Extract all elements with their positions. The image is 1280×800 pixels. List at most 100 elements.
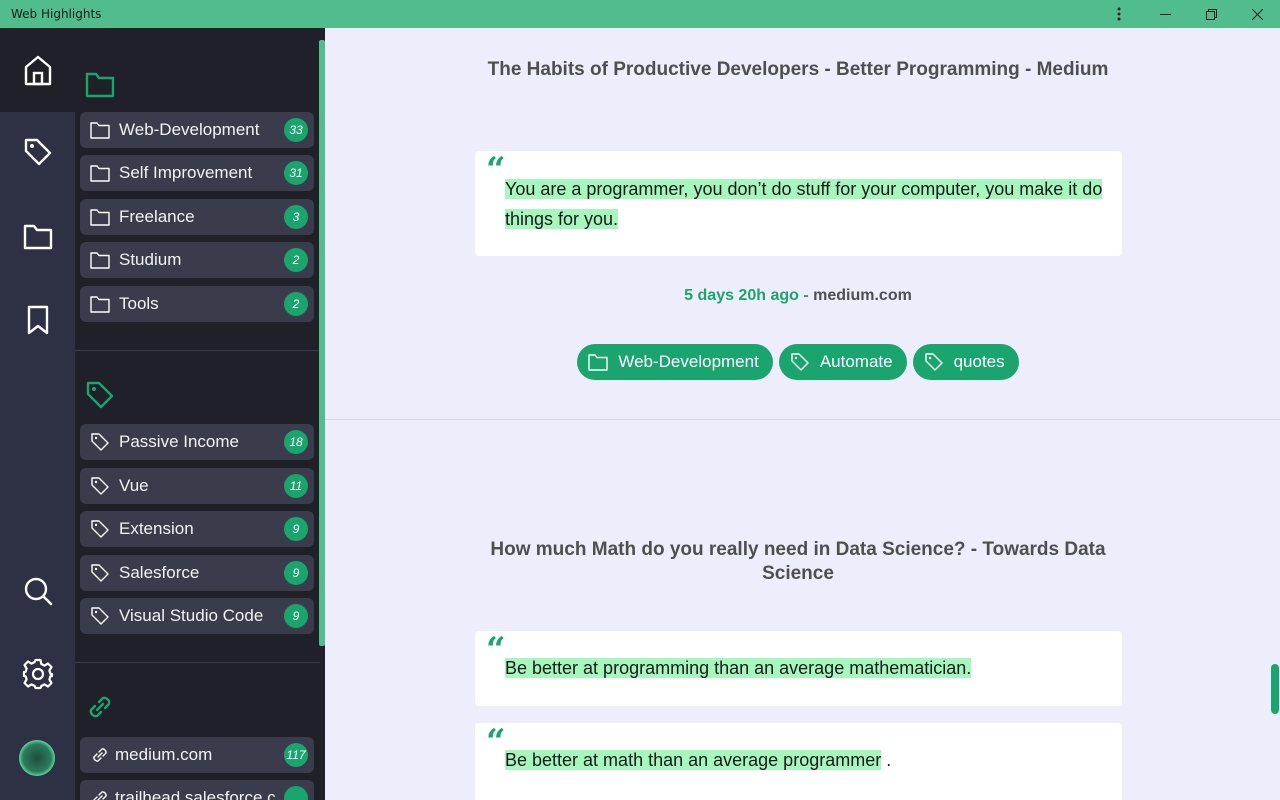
nav-tags-button[interactable] <box>22 136 54 168</box>
sidebar-item-passive-income[interactable]: Passive Income 18 <box>80 424 314 460</box>
tag-icon <box>86 381 114 409</box>
feed-scrollbar[interactable] <box>1271 664 1279 714</box>
sidebar-item-medium-com[interactable]: medium.com 117 <box>80 737 314 773</box>
sidebar-item-web-development[interactable]: Web-Development 33 <box>80 112 314 148</box>
highlight-meta: 5 days 20h ago - medium.com <box>475 287 1121 305</box>
restore-button[interactable] <box>1188 0 1234 28</box>
close-icon <box>1251 8 1263 20</box>
tag-icon <box>923 351 945 373</box>
nav-folders-button[interactable] <box>22 220 54 252</box>
nav-search-button[interactable] <box>22 575 54 607</box>
sidebar-item-tools[interactable]: Tools 2 <box>80 286 314 322</box>
chip-label: Web-Development <box>618 352 759 371</box>
folder-icon <box>587 351 609 373</box>
minimize-button[interactable] <box>1142 0 1188 28</box>
count-badge: 9 <box>284 604 308 628</box>
tag-icon <box>24 138 52 166</box>
link-icon <box>89 696 111 718</box>
sidebar-item-extension[interactable]: Extension 9 <box>80 511 314 547</box>
folder-icon <box>89 293 111 315</box>
count-badge: 9 <box>284 561 308 585</box>
sidebar-item-label: trailhead.salesforce.c <box>115 788 276 800</box>
more-options-button[interactable] <box>1096 0 1142 28</box>
tag-icon <box>789 351 811 373</box>
tag-icon <box>89 605 111 627</box>
title-bar: Web Highlights <box>0 0 1280 28</box>
timestamp: 5 days 20h ago - <box>684 287 809 304</box>
avatar[interactable] <box>19 740 55 776</box>
minimize-icon <box>1159 9 1171 20</box>
highlight-card[interactable]: “ Be better at math than an average prog… <box>475 723 1122 800</box>
gear-icon <box>22 658 54 690</box>
sidebar-item-label: Freelance <box>119 207 195 226</box>
highlight-text: Be better at math than an average progra… <box>505 750 892 770</box>
sidebar-panel: Web-Development 33 Self Improvement 31 F… <box>75 28 325 800</box>
highlight-mark: You are a programmer, you don’t do stuff… <box>505 179 1103 229</box>
tag-icon <box>89 475 111 497</box>
folder-icon <box>89 162 111 184</box>
card-divider <box>325 419 1280 420</box>
restore-icon <box>1205 8 1217 20</box>
page-title[interactable]: How much Math do you really need in Data… <box>475 538 1121 586</box>
sidebar-item-label: Web-Development <box>119 120 260 139</box>
highlight-text: You are a programmer, you don’t do stuff… <box>505 174 1105 234</box>
sidebar-item-label: Vue <box>119 476 149 495</box>
quote-icon: “ <box>486 630 506 670</box>
count-badge: 18 <box>284 430 308 454</box>
home-icon <box>24 55 52 86</box>
sidebar-item-label: Self Improvement <box>119 163 253 182</box>
tag-icon <box>89 518 111 540</box>
highlight-card[interactable]: “ Be better at programming than an avera… <box>475 631 1122 706</box>
source-site[interactable]: medium.com <box>813 287 912 304</box>
quote-icon: “ <box>486 722 506 762</box>
sidebar-item-label: Salesforce <box>119 563 200 582</box>
sidebar-item-label: Extension <box>119 519 194 538</box>
section-divider <box>75 350 320 351</box>
highlight-mark: Be better at math than an average progra… <box>505 750 882 770</box>
sidebar-item-salesforce[interactable]: Salesforce 9 <box>80 555 314 591</box>
sidebar-item-label: Tools <box>119 294 159 313</box>
sidebar-item-label: Visual Studio Code <box>119 606 264 625</box>
tag-icon <box>89 431 111 453</box>
nav-home-button[interactable] <box>22 54 54 86</box>
count-badge <box>284 786 308 800</box>
count-badge: 117 <box>284 743 308 767</box>
sidebar-item-vue[interactable]: Vue 11 <box>80 468 314 504</box>
sidebar-item-self-improvement[interactable]: Self Improvement 31 <box>80 155 314 191</box>
folder-icon <box>23 224 53 250</box>
chip-label: Automate <box>819 352 893 371</box>
link-icon <box>89 744 111 766</box>
count-badge: 33 <box>284 118 308 142</box>
sidebar-item-visual-studio-code[interactable]: Visual Studio Code 9 <box>80 598 314 634</box>
close-button[interactable] <box>1234 0 1280 28</box>
tag-chip-row: Web-Development Automate quotes <box>475 344 1121 380</box>
count-badge: 31 <box>284 161 308 185</box>
bookmark-icon <box>27 305 49 335</box>
highlight-card[interactable]: “ You are a programmer, you don’t do stu… <box>475 151 1122 256</box>
folder-chip-web-development[interactable]: Web-Development <box>577 344 773 380</box>
kebab-menu-icon <box>1117 7 1121 21</box>
sidebar-item-freelance[interactable]: Freelance 3 <box>80 199 314 235</box>
tag-icon <box>89 562 111 584</box>
folder-icon <box>89 249 111 271</box>
nav-bookmarks-button[interactable] <box>22 304 54 336</box>
window-title: Web Highlights <box>11 7 102 21</box>
highlights-feed: The Habits of Productive Developers - Be… <box>325 28 1280 800</box>
sidebar-item-studium[interactable]: Studium 2 <box>80 242 314 278</box>
sidebar-item-trailhead[interactable]: trailhead.salesforce.c <box>80 780 314 800</box>
count-badge: 3 <box>284 205 308 229</box>
nav-rail <box>0 28 75 800</box>
highlight-mark: Be better at programming than an average… <box>505 658 972 678</box>
highlight-text: Be better at programming than an average… <box>505 653 1105 683</box>
tag-chip-quotes[interactable]: quotes <box>912 344 1019 380</box>
folder-icon <box>85 72 115 98</box>
nav-settings-button[interactable] <box>22 658 54 690</box>
page-title[interactable]: The Habits of Productive Developers - Be… <box>475 58 1121 82</box>
sidebar-item-label: medium.com <box>115 745 213 764</box>
count-badge: 11 <box>284 474 308 498</box>
count-badge: 2 <box>284 248 308 272</box>
search-icon <box>24 577 53 606</box>
tag-chip-automate[interactable]: Automate <box>778 344 907 380</box>
count-badge: 9 <box>284 517 308 541</box>
quote-icon: “ <box>486 150 506 190</box>
